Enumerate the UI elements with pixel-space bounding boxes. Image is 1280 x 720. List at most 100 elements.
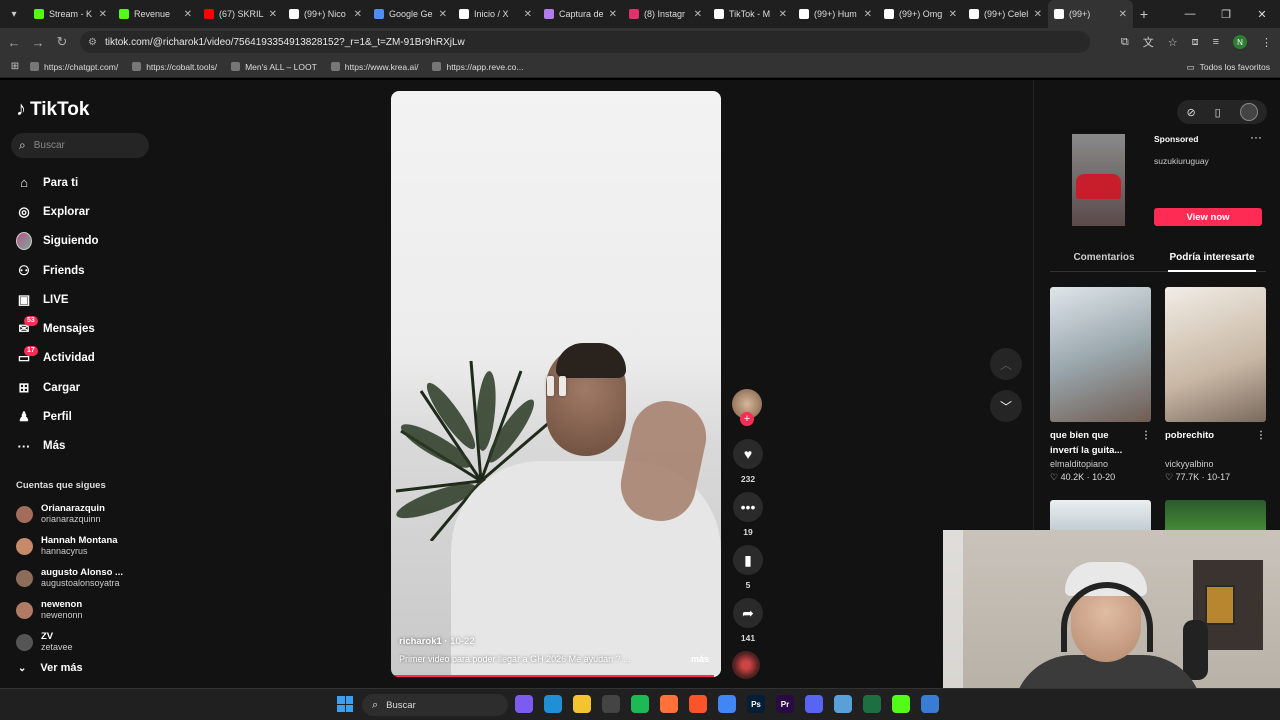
edge-icon[interactable]	[544, 695, 562, 713]
see-more-button[interactable]: ⌄ Ver más	[18, 662, 83, 674]
bookmark-item[interactable]: https://www.krea.ai/	[330, 62, 418, 72]
bookmark-item[interactable]: https://chatgpt.com/	[30, 62, 118, 72]
excel-icon[interactable]	[863, 695, 881, 713]
sidebar-item-live[interactable]: ▣ LIVE	[16, 285, 176, 314]
next-video-button[interactable]: ﹀	[990, 390, 1022, 422]
browser-tab[interactable]: (99+) ✕	[1048, 0, 1133, 28]
pause-icon[interactable]	[541, 371, 571, 401]
like-action[interactable]: ♥ 232	[732, 439, 764, 484]
photoshop-icon[interactable]: Ps	[747, 695, 765, 713]
apps-icon[interactable]: ⊞	[0, 61, 30, 72]
previous-video-button[interactable]: ︿	[990, 348, 1022, 380]
premiere-icon[interactable]: Pr	[776, 695, 794, 713]
paint-icon[interactable]	[921, 695, 939, 713]
chrome-icon[interactable]	[718, 695, 736, 713]
tab-search-icon[interactable]: ▾	[0, 0, 28, 28]
following-account[interactable]: Orianarazquin orianarazquinn	[16, 498, 166, 530]
tab-suggestions[interactable]: Podría interesarte	[1158, 248, 1266, 272]
sponsored-ad[interactable]: Sponsored ··· suzukiuruguay View now	[1050, 130, 1266, 230]
tab-close-icon[interactable]: ✕	[354, 9, 362, 20]
heart-icon[interactable]: ♥	[733, 439, 763, 469]
coin-icon[interactable]: ⊘	[1186, 106, 1195, 119]
browser-tab[interactable]: (99+) Celel ✕	[963, 0, 1048, 28]
tab-close-icon[interactable]: ✕	[184, 9, 192, 20]
address-bar[interactable]: ⚙ tiktok.com/@richarok1/video/7564193354…	[80, 31, 1090, 53]
tab-close-icon[interactable]: ✕	[524, 9, 532, 20]
view-now-button[interactable]: View now	[1154, 208, 1262, 226]
suggested-thumbnail[interactable]	[1050, 287, 1151, 422]
browser-tab[interactable]: Stream - K ✕	[28, 0, 113, 28]
notepad-icon[interactable]	[834, 695, 852, 713]
sidebar-item-explorar[interactable]: ◎ Explorar	[16, 197, 176, 226]
video-more-link[interactable]: más	[691, 654, 709, 664]
suggested-video[interactable]: pobrechito ⋮ vickyyalbino ♡ 77.7K · 10-17	[1165, 287, 1266, 483]
video-author-line[interactable]: richarok1 · 10-22	[399, 636, 475, 647]
bookmark-icon[interactable]: ▮	[733, 545, 763, 575]
forward-icon[interactable]: →	[26, 35, 50, 50]
browser-tab[interactable]: TikTok - M ✕	[708, 0, 793, 28]
browser-tab[interactable]: (8) Instagr ✕	[623, 0, 708, 28]
sidebar-item-cargar[interactable]: ⊞ Cargar	[16, 373, 176, 402]
tiktok-logo[interactable]: ♪ TikTok	[16, 98, 89, 121]
brave-icon[interactable]	[689, 695, 707, 713]
browser-tab[interactable]: Revenue ✕	[113, 0, 198, 28]
user-avatar[interactable]	[1239, 103, 1258, 121]
device-icon[interactable]: ▯	[1215, 106, 1221, 119]
all-bookmarks-button[interactable]: ▭ Todos los favoritos	[1187, 56, 1270, 78]
save-action[interactable]: ▮ 5	[732, 545, 764, 590]
following-account[interactable]: Hannah Montana hannacyrus	[16, 530, 166, 562]
minimize-icon[interactable]: —	[1172, 0, 1208, 28]
browser-tab[interactable]: (67) SKRIL ✕	[198, 0, 283, 28]
tab-close-icon[interactable]: ✕	[269, 9, 277, 20]
tab-close-icon[interactable]: ✕	[779, 9, 787, 20]
cast-icon[interactable]: ⧉	[1121, 36, 1129, 49]
sidebar-item-siguiendo[interactable]: Siguiendo	[16, 227, 176, 256]
sidebar-item-mensajes[interactable]: ✉ Mensajes 53	[16, 314, 176, 343]
video-player[interactable]: richarok1 · 10-22 Primer video para pode…	[391, 91, 721, 677]
translate-icon[interactable]: 文	[1143, 34, 1154, 50]
sidebar-item-friends[interactable]: ⚇ Friends	[16, 256, 176, 285]
following-account[interactable]: ZV zetavee	[16, 626, 166, 658]
obs-icon[interactable]	[602, 695, 620, 713]
bookmark-item[interactable]: https://app.reve.co...	[432, 62, 523, 72]
extensions-icon[interactable]: ⧈	[1192, 36, 1199, 49]
tab-close-icon[interactable]: ✕	[864, 9, 872, 20]
kick-icon[interactable]	[892, 695, 910, 713]
suggested-video[interactable]: que bien que invertí la guita... ⋮ elmaldi…	[1050, 287, 1151, 483]
tab-close-icon[interactable]: ✕	[1034, 9, 1042, 20]
media-icon[interactable]: ≡	[1213, 36, 1219, 48]
menu-icon[interactable]: ⋮	[1261, 36, 1272, 49]
sidebar-item-actividad[interactable]: ▭ Actividad 17	[16, 344, 176, 373]
tab-close-icon[interactable]: ✕	[609, 9, 617, 20]
spotify-icon[interactable]	[631, 695, 649, 713]
music-disc-icon[interactable]	[732, 651, 760, 679]
follow-plus-icon[interactable]: +	[740, 412, 754, 426]
firefox-icon[interactable]	[660, 695, 678, 713]
suggested-thumbnail[interactable]	[1165, 287, 1266, 422]
sidebar-item-perfil[interactable]: ♟ Perfil	[16, 402, 176, 431]
following-account[interactable]: augusto Alonso ... augustoalonsoyatra	[16, 562, 166, 594]
file-explorer-icon[interactable]	[573, 695, 591, 713]
new-tab-button[interactable]: +	[1133, 6, 1155, 22]
site-info-icon[interactable]: ⚙	[88, 37, 97, 48]
browser-tab[interactable]: (99+) Nico ✕	[283, 0, 368, 28]
more-options-icon[interactable]: ⋮	[1256, 428, 1266, 443]
windows-start-icon[interactable]	[337, 696, 353, 712]
reload-icon[interactable]: ↻	[50, 34, 74, 50]
browser-tab[interactable]: (99+) Hum ✕	[793, 0, 878, 28]
tab-close-icon[interactable]: ✕	[439, 9, 447, 20]
tab-close-icon[interactable]: ✕	[1119, 9, 1127, 20]
comment-icon[interactable]: •••	[733, 492, 763, 522]
search-input[interactable]: ⌕ Buscar	[11, 133, 149, 158]
back-icon[interactable]: ←	[2, 35, 26, 50]
restore-icon[interactable]: ❐	[1208, 0, 1244, 28]
bookmark-item[interactable]: Men's ALL – LOOT	[231, 62, 317, 72]
video-progress-bar[interactable]	[391, 675, 721, 677]
taskbar-search[interactable]: ⌕ Buscar	[362, 694, 508, 716]
share-icon[interactable]: ➦	[733, 598, 763, 628]
tab-close-icon[interactable]: ✕	[694, 9, 702, 20]
sidebar-item-parati[interactable]: ⌂ Para ti	[16, 168, 176, 197]
more-options-icon[interactable]: ⋮	[1141, 428, 1151, 443]
profile-avatar[interactable]: N	[1233, 35, 1247, 49]
discord-icon[interactable]	[805, 695, 823, 713]
